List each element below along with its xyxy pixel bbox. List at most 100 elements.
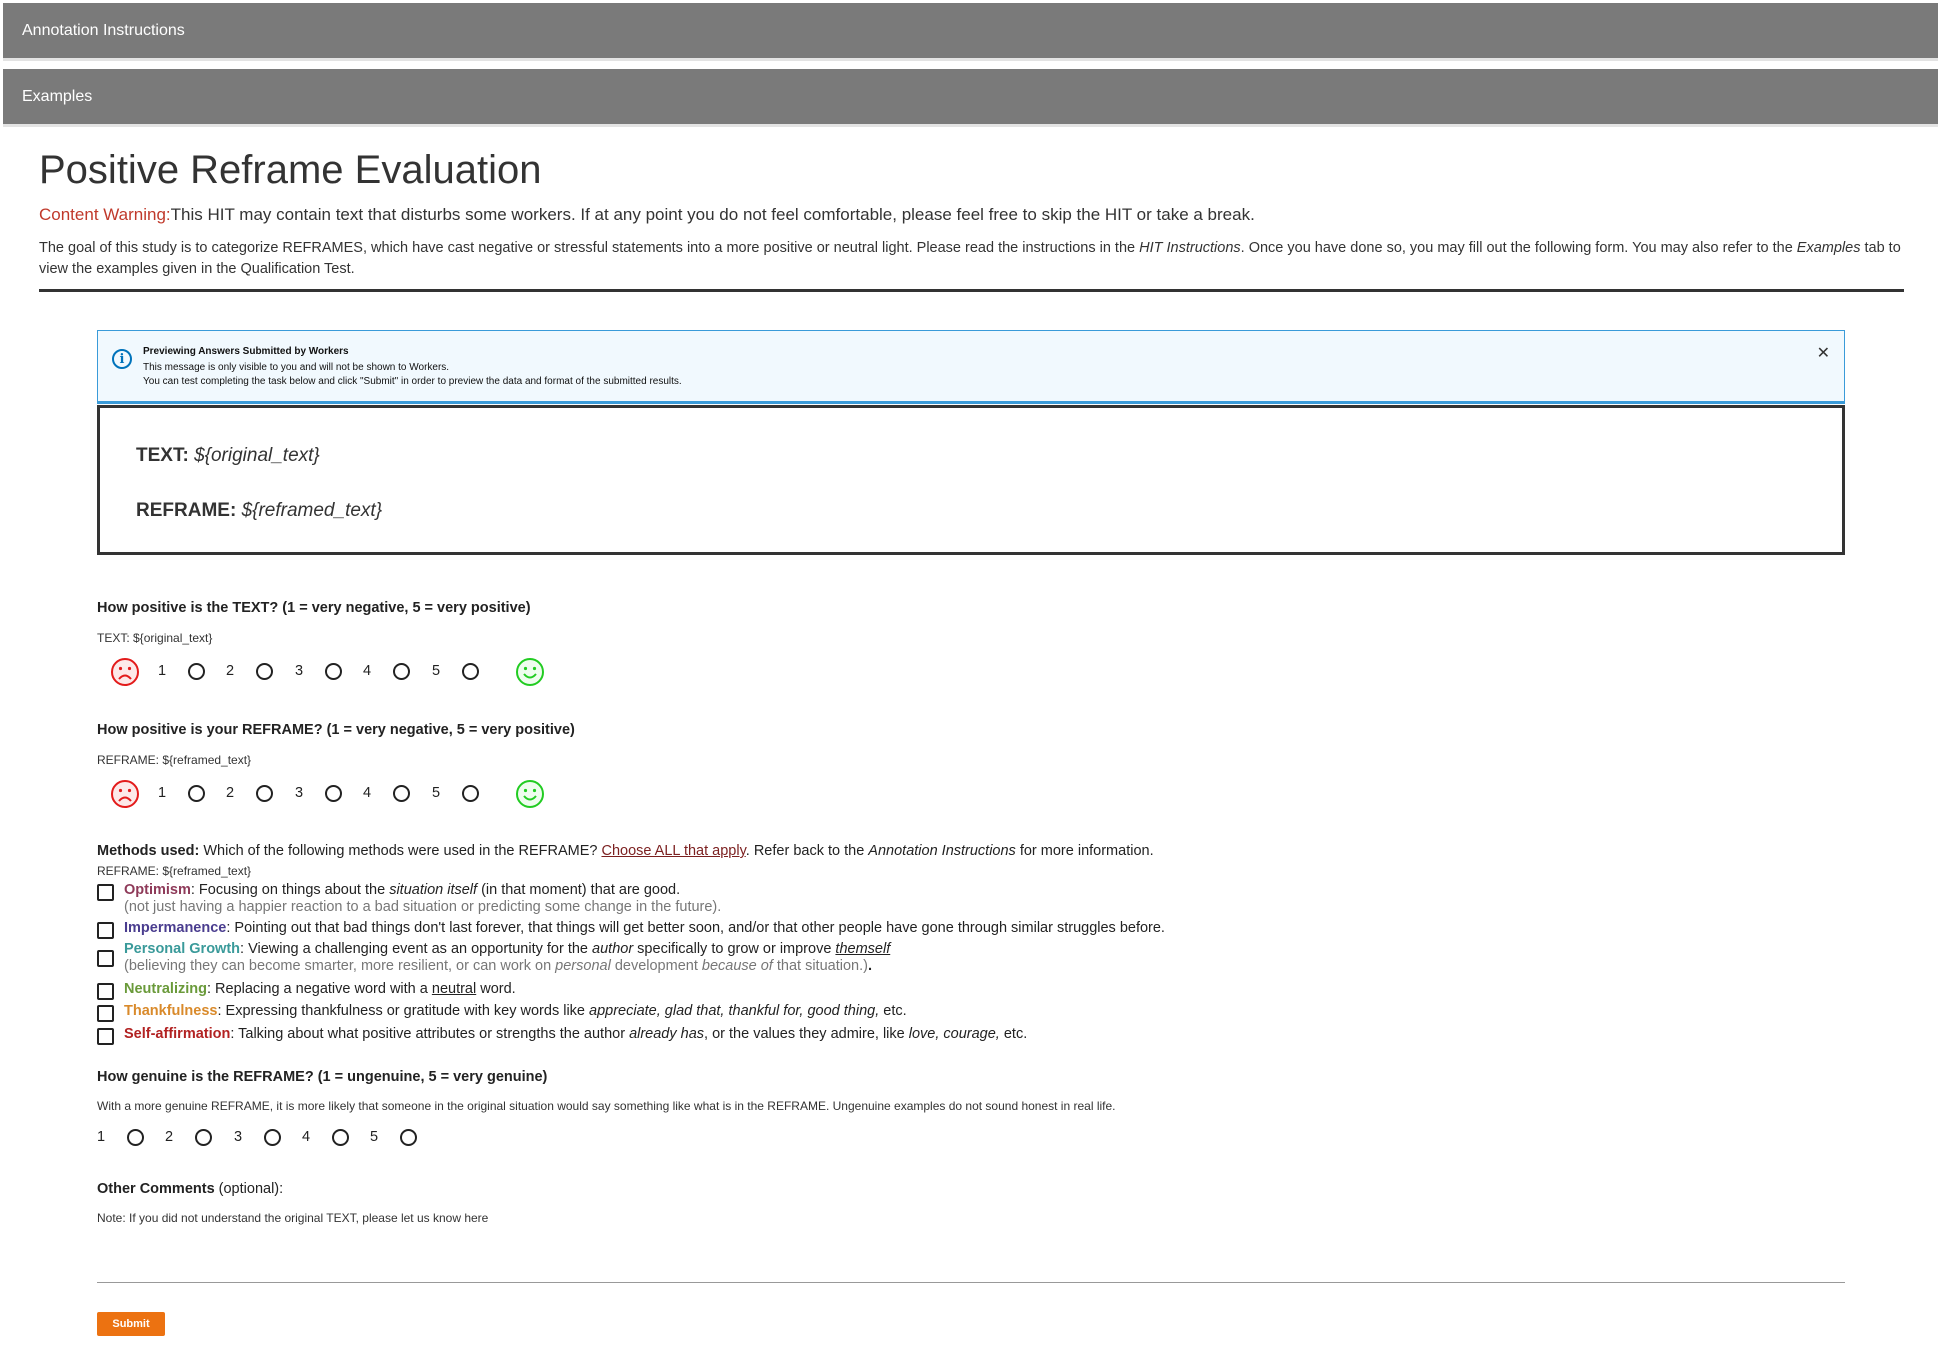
method-text: specifically to grow or improve [633,941,836,957]
method-text: etc. [999,1026,1028,1042]
happy-face-icon [516,658,544,686]
checkbox[interactable] [97,983,114,1000]
accordion-examples[interactable]: Examples [3,69,1938,127]
radio-button[interactable] [127,1129,144,1146]
accordion-label: Examples [22,87,93,105]
method-text: : Replacing a negative word with a [206,981,432,997]
method-text: word. [476,981,516,997]
radio-button[interactable] [332,1129,349,1146]
radio-button[interactable] [393,785,410,802]
radio-button[interactable] [400,1129,417,1146]
text-line: TEXT: ${original_text} [136,445,320,467]
radio-option-5[interactable]: 5 [432,783,479,802]
radio-label: 5 [370,1128,379,1145]
comments-label: Other Comments (optional): [97,1181,283,1197]
radio-button[interactable] [188,663,205,680]
goal-emphasis: Examples [1796,240,1861,256]
checkbox[interactable] [97,1005,114,1022]
method-text: : Talking about what positive attributes… [230,1026,630,1042]
methods-text: for more information. [1015,843,1154,859]
radio-option-4[interactable]: 4 [302,1127,349,1146]
radio-option-5[interactable]: 5 [370,1127,417,1146]
radio-option-3[interactable]: 3 [295,783,342,802]
radio-label: 4 [302,1128,311,1145]
method-description: Impermanence: Pointing out that bad thin… [124,920,1165,937]
method-name: Impermanence [124,920,227,936]
positivity-scale-text: 1 2 3 4 5 [110,657,570,687]
methods-sub: REFRAME: ${reframed_text} [97,864,252,878]
preview-title: Previewing Answers Submitted by Workers [143,346,349,357]
radio-option-3[interactable]: 3 [234,1127,281,1146]
radio-label: 4 [363,662,372,679]
method-text: : Viewing a challenging event as an oppo… [240,941,593,957]
radio-option-4[interactable]: 4 [363,661,410,680]
method-note: . [867,958,872,974]
reframe-value: ${reframed_text} [241,500,383,521]
radio-option-5[interactable]: 5 [432,661,479,680]
radio-button[interactable] [393,663,410,680]
radio-button[interactable] [256,785,273,802]
radio-button[interactable] [188,785,205,802]
radio-button[interactable] [325,785,342,802]
close-icon[interactable]: ✕ [1817,343,1830,362]
radio-button[interactable] [195,1129,212,1146]
radio-option-1[interactable]: 1 [158,661,205,680]
methods-question: Methods used: Which of the following met… [97,843,1154,859]
radio-label: 3 [295,784,304,801]
radio-option-3[interactable]: 3 [295,661,342,680]
radio-label: 4 [363,784,372,801]
goal-part: The goal of this study is to categorize … [39,240,1140,256]
radio-option-2[interactable]: 2 [226,783,273,802]
question-sub: With a more genuine REFRAME, it is more … [97,1099,1116,1113]
checkbox[interactable] [97,922,114,939]
choose-all-link: Choose ALL that apply [601,843,746,859]
radio-label: 2 [226,784,235,801]
radio-option-2[interactable]: 2 [165,1127,212,1146]
method-emphasis: already has [629,1026,705,1042]
text-reframe-box: TEXT: ${original_text} REFRAME: ${refram… [97,405,1845,555]
goal-emphasis: HIT Instructions [1139,240,1241,256]
reframe-label: REFRAME: [136,500,237,521]
goal-text: The goal of this study is to categorize … [39,238,1904,280]
method-emphasis: appreciate, glad that, thankful for, goo… [589,1003,880,1019]
info-icon: i [112,349,132,369]
method-text: (in that moment) that are good. [477,882,681,898]
radio-button[interactable] [462,663,479,680]
preview-message: This message is only visible to you and … [143,362,450,373]
genuineness-scale: 1 2 3 4 5 [97,1127,497,1151]
radio-button[interactable] [325,663,342,680]
method-name: Personal Growth [124,941,241,957]
question-sub: REFRAME: ${reframed_text} [97,753,252,767]
goal-part: . Once you have done so, you may fill ou… [1240,240,1797,256]
radio-option-2[interactable]: 2 [226,661,273,680]
checkbox[interactable] [97,1028,114,1045]
method-name: Optimism [124,882,191,898]
method-emphasis: neutral [431,981,477,997]
radio-label: 3 [295,662,304,679]
radio-option-1[interactable]: 1 [158,783,205,802]
comments-note: Note: If you did not understand the orig… [97,1211,489,1225]
radio-option-1[interactable]: 1 [97,1127,144,1146]
checkbox[interactable] [97,884,114,901]
method-text: : Expressing thankfulness or gratitude w… [217,1003,590,1019]
page-title: Positive Reframe Evaluation [39,148,542,192]
radio-button[interactable] [256,663,273,680]
preview-alert: i Previewing Answers Submitted by Worker… [97,330,1845,404]
radio-label: 5 [432,662,441,679]
radio-button[interactable] [462,785,479,802]
method-emphasis: situation itself [389,882,478,898]
radio-label: 3 [234,1128,243,1145]
method-name: Neutralizing [124,981,207,997]
question-text-positivity: How positive is the TEXT? (1 = very nega… [97,600,531,616]
submit-button[interactable]: Submit [97,1312,165,1336]
radio-option-4[interactable]: 4 [363,783,410,802]
accordion-annotation-instructions[interactable]: Annotation Instructions [3,3,1938,61]
method-name: Self-affirmation [124,1026,231,1042]
method-note: development [610,958,702,974]
radio-button[interactable] [264,1129,281,1146]
sad-face-icon [111,780,139,808]
checkbox[interactable] [97,950,114,967]
accordion-label: Annotation Instructions [22,21,185,39]
method-description: Thankfulness: Expressing thankfulness or… [124,1003,907,1020]
method-description: Personal Growth: Viewing a challenging e… [124,941,890,975]
